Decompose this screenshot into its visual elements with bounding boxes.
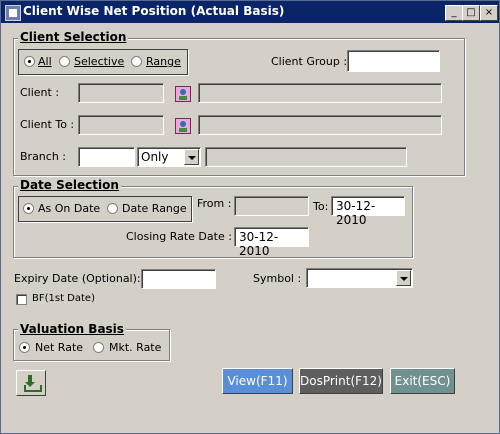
to-label: To: [313, 200, 329, 213]
radio-as-on-date[interactable] [23, 203, 34, 214]
from-date-input [234, 196, 309, 216]
main-window: Client Wise Net Position (Actual Basis) … [0, 0, 500, 434]
radio-net-rate-label[interactable]: Net Rate [35, 341, 83, 354]
dosprint-button[interactable]: DosPrint(F12) [299, 368, 383, 394]
expiry-date-input[interactable] [141, 269, 216, 289]
from-label: From : [197, 197, 232, 210]
view-button[interactable]: View(F11) [222, 368, 293, 394]
client-to-picker-icon[interactable] [175, 118, 191, 134]
client-to-name-input [198, 115, 442, 135]
client-group-input[interactable] [347, 50, 440, 72]
bf-label: BF(1st Date) [32, 293, 95, 304]
radio-date-range-label[interactable]: Date Range [122, 202, 187, 215]
client-to-label: Client To : [20, 118, 75, 131]
maximize-button[interactable]: □ [462, 5, 480, 21]
radio-all[interactable] [24, 56, 35, 67]
exit-button[interactable]: Exit(ESC) [390, 368, 455, 394]
radio-date-range[interactable] [107, 203, 118, 214]
branch-input[interactable] [78, 147, 135, 167]
app-icon [5, 5, 21, 21]
window-title: Client Wise Net Position (Actual Basis) [23, 4, 285, 18]
branch-name-input [205, 147, 407, 167]
radio-range[interactable] [131, 56, 142, 67]
radio-mkt-rate-label[interactable]: Mkt. Rate [109, 341, 161, 354]
branch-mode-value: Only [141, 150, 169, 164]
client-to-code-input [78, 115, 164, 135]
chevron-down-icon[interactable] [396, 270, 411, 286]
client-code-input [78, 83, 164, 103]
date-selection-heading: Date Selection [18, 178, 121, 192]
radio-net-rate[interactable] [19, 342, 30, 353]
client-picker-icon[interactable] [175, 86, 191, 102]
closing-rate-date-label: Closing Rate Date : [126, 230, 232, 243]
branch-mode-select[interactable]: Only [137, 147, 201, 167]
close-button[interactable]: × [480, 5, 498, 21]
download-arrow-icon [25, 375, 35, 387]
minimize-button[interactable]: _ [445, 5, 463, 21]
radio-mkt-rate[interactable] [93, 342, 104, 353]
client-selection-heading: Client Selection [18, 30, 129, 44]
radio-selective-label[interactable]: Selective [74, 55, 124, 68]
valuation-basis-heading: Valuation Basis [18, 322, 126, 336]
radio-selective[interactable] [59, 56, 70, 67]
radio-as-on-date-label[interactable]: As On Date [38, 202, 100, 215]
chevron-down-icon[interactable] [184, 149, 199, 165]
to-date-input[interactable]: 30-12-2010 [331, 196, 405, 227]
client-name-input [198, 83, 442, 103]
title-bar: Client Wise Net Position (Actual Basis) … [1, 1, 499, 23]
expiry-date-label: Expiry Date (Optional): [14, 272, 141, 285]
radio-range-label[interactable]: Range [146, 55, 181, 68]
client-group-label: Client Group : [271, 55, 348, 68]
symbol-select[interactable] [306, 268, 413, 288]
download-button[interactable] [16, 370, 46, 396]
bf-checkbox[interactable] [16, 294, 27, 305]
branch-label: Branch : [20, 150, 67, 163]
client-label: Client : [20, 86, 60, 99]
symbol-label: Symbol : [253, 272, 302, 285]
radio-all-label[interactable]: All [38, 55, 52, 68]
closing-rate-date-input[interactable]: 30-12-2010 [234, 227, 309, 258]
